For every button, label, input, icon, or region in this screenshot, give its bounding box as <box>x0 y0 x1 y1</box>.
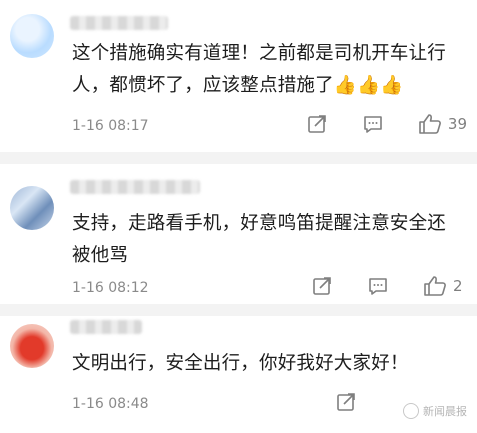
comment-text: 文明出行，安全出行，你好我好大家好！ <box>72 353 409 374</box>
like-button[interactable]: 39 <box>418 113 467 135</box>
like-icon <box>419 114 441 134</box>
username-blurred[interactable] <box>70 180 200 194</box>
comment-actions: 2 <box>311 274 467 298</box>
reply-button[interactable] <box>362 113 384 135</box>
like-icon <box>424 276 446 296</box>
comment-actions: 39 <box>306 112 467 136</box>
avatar[interactable] <box>10 14 54 58</box>
like-button[interactable]: 2 <box>423 275 467 297</box>
share-icon <box>308 115 326 133</box>
watermark-logo-icon <box>403 403 419 419</box>
watermark: 新闻晨报 <box>403 403 467 419</box>
avatar[interactable] <box>10 186 54 230</box>
share-icon <box>337 393 355 411</box>
divider <box>0 152 477 164</box>
watermark-text: 新闻晨报 <box>423 405 467 418</box>
share-button[interactable] <box>306 113 328 135</box>
comment-text: 这个措施确实有道理！之前都是司机开车让行人，都惯坏了，应该整点措施了👍👍👍 <box>72 43 447 96</box>
comment-icon <box>364 116 382 133</box>
comment-time: 1-16 08:48 <box>72 396 149 412</box>
like-count: 39 <box>447 115 467 133</box>
comment-icon <box>369 278 387 295</box>
share-icon <box>313 277 331 295</box>
username-blurred[interactable] <box>70 16 168 30</box>
comment-actions <box>335 390 357 414</box>
comment-item: 这个措施确实有道理！之前都是司机开车让行人，都惯坏了，应该整点措施了👍👍👍 1-… <box>0 0 477 150</box>
divider <box>0 304 477 316</box>
reply-button[interactable] <box>367 275 389 297</box>
username-blurred[interactable] <box>70 320 142 334</box>
share-button[interactable] <box>311 275 333 297</box>
share-button[interactable] <box>335 391 357 413</box>
avatar[interactable] <box>10 324 54 368</box>
comment-time: 1-16 08:12 <box>72 280 149 296</box>
comment-item: 支持，走路看手机，好意鸣笛提醒注意安全还被他骂 1-16 08:12 2 <box>0 164 477 304</box>
like-count: 2 <box>453 277 463 295</box>
comment-text: 支持，走路看手机，好意鸣笛提醒注意安全还被他骂 <box>72 213 447 266</box>
comment-time: 1-16 08:17 <box>72 118 149 134</box>
